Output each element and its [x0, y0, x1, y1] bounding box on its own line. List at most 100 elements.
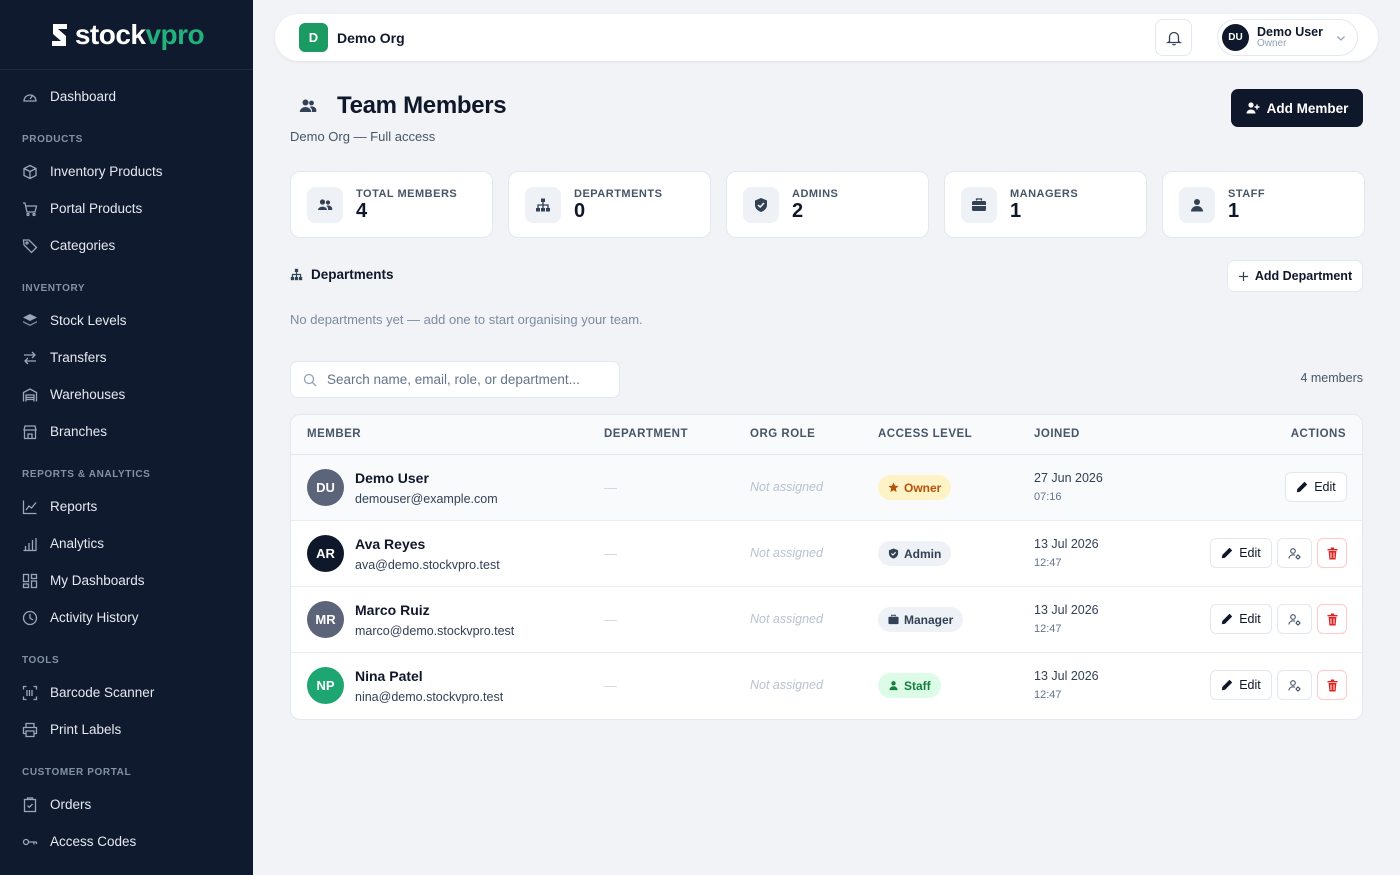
- users-icon: [299, 99, 317, 112]
- gauge-icon: [23, 93, 37, 102]
- sidebar-item-label: Barcode Scanner: [50, 685, 155, 700]
- edit-label: Edit: [1314, 480, 1336, 494]
- sidebar-item-analytics[interactable]: Analytics: [0, 525, 253, 562]
- joined-date: 13 Jul 2026: [1034, 537, 1099, 551]
- org-name[interactable]: Demo Org: [337, 30, 405, 46]
- org-badge[interactable]: D: [299, 23, 328, 52]
- change-role-button[interactable]: [1277, 604, 1312, 634]
- page-header: Team Members Demo Org — Full access: [290, 92, 507, 144]
- stat-departments: DEPARTMENTS 0: [508, 171, 711, 238]
- sidebar-item-print-labels[interactable]: Print Labels: [0, 711, 253, 748]
- bell-icon: [1165, 31, 1182, 46]
- sidebar-item-warehouses[interactable]: Warehouses: [0, 376, 253, 413]
- sidebar-item-label: Orders: [50, 797, 92, 812]
- change-role-button[interactable]: [1277, 670, 1312, 700]
- edit-button[interactable]: Edit: [1210, 604, 1272, 634]
- user-menu-button[interactable]: DU Demo User Owner: [1217, 19, 1358, 56]
- stat-icon-box: [961, 186, 997, 223]
- page-title: Team Members: [337, 92, 507, 119]
- sidebar-item-categories[interactable]: Categories: [0, 227, 253, 264]
- column-department[interactable]: DEPARTMENT: [604, 428, 688, 440]
- sidebar-item-label: Categories: [50, 238, 116, 253]
- access-badge: Staff: [878, 673, 941, 698]
- brand-name: stockvpro: [74, 18, 205, 50]
- joined-date: 13 Jul 2026: [1034, 669, 1099, 683]
- delete-button[interactable]: [1317, 604, 1347, 634]
- pencil-icon: [1297, 481, 1308, 493]
- member-name: Nina Patel: [355, 668, 423, 684]
- sidebar-item-label: Branches: [50, 424, 108, 439]
- row-actions: Edit: [1285, 472, 1347, 502]
- column-member[interactable]: MEMBER: [307, 428, 361, 440]
- plus-icon: [1238, 271, 1248, 281]
- search-box[interactable]: [290, 361, 620, 398]
- stockvpro-logo-icon: [51, 23, 67, 46]
- sidebar-item-reports[interactable]: Reports: [0, 488, 253, 525]
- search-input[interactable]: [327, 372, 597, 387]
- grid-icon: [22, 573, 38, 588]
- sidebar-item-orders[interactable]: Orders: [0, 786, 253, 823]
- members-table: MEMBER DEPARTMENT ORG ROLE ACCESS LEVEL …: [290, 414, 1363, 720]
- stat-icon-box: [1179, 186, 1215, 223]
- stat-value: 2: [792, 199, 804, 222]
- table-row: DU Demo User demouser@example.com — Not …: [291, 455, 1362, 521]
- users-icon: [317, 198, 333, 210]
- access-badge-label: Owner: [904, 480, 942, 495]
- edit-button[interactable]: Edit: [1285, 472, 1347, 502]
- member-org-role: Not assigned: [750, 480, 823, 494]
- column-access-level[interactable]: ACCESS LEVEL: [878, 428, 972, 440]
- sidebar-item-barcode-scanner[interactable]: Barcode Scanner: [0, 674, 253, 711]
- departments-heading: Departments: [290, 267, 394, 282]
- column-org-role[interactable]: ORG ROLE: [750, 428, 815, 440]
- column-actions: ACTIONS: [1290, 428, 1346, 440]
- stat-value: 4: [356, 199, 368, 222]
- access-badge-label: Manager: [904, 612, 954, 627]
- member-org-role: Not assigned: [750, 546, 823, 560]
- stat-admins: ADMINS 2: [726, 171, 929, 238]
- stat-text: MANAGERS 1: [1010, 188, 1078, 222]
- brand-logo[interactable]: stockvpro: [0, 0, 253, 70]
- member-org-role: Not assigned: [750, 612, 823, 626]
- table-row: NP Nina Patel nina@demo.stockvpro.test —…: [291, 653, 1362, 719]
- sidebar-item-portal-products[interactable]: Portal Products: [0, 190, 253, 227]
- sidebar-item-label: Inventory Products: [50, 164, 163, 179]
- avatar: DU: [307, 469, 344, 506]
- stat-value: 1: [1228, 199, 1240, 222]
- delete-button[interactable]: [1317, 670, 1347, 700]
- sidebar-item-inventory-products[interactable]: Inventory Products: [0, 153, 253, 190]
- table-row: AR Ava Reyes ava@demo.stockvpro.test — N…: [291, 521, 1362, 587]
- avatar: NP: [307, 667, 344, 704]
- sidebar-item-label: Portal Products: [50, 201, 143, 216]
- sidebar-section-customer-portal: CUSTOMER PORTAL: [22, 767, 132, 778]
- change-role-button[interactable]: [1277, 538, 1312, 568]
- sidebar-item-label: Analytics: [50, 536, 105, 551]
- delete-button[interactable]: [1317, 538, 1347, 568]
- sidebar-item-access-codes[interactable]: Access Codes: [0, 823, 253, 860]
- sidebar-item-dashboard[interactable]: Dashboard: [0, 78, 253, 115]
- cart-icon: [23, 201, 38, 216]
- add-member-button[interactable]: Add Member: [1231, 89, 1363, 127]
- stat-label: DEPARTMENTS: [574, 187, 663, 200]
- sidebar-item-transfers[interactable]: Transfers: [0, 339, 253, 376]
- sidebar-item-activity-history[interactable]: Activity History: [0, 599, 253, 636]
- access-badge-label: Admin: [904, 546, 942, 561]
- pencil-icon: [1222, 679, 1233, 691]
- sidebar-item-my-dashboards[interactable]: My Dashboards: [0, 562, 253, 599]
- stats-row: TOTAL MEMBERS 4 DEPARTMENTS 0 ADMINS 2 M…: [290, 171, 1365, 238]
- tag-icon: [22, 238, 38, 253]
- edit-label: Edit: [1239, 546, 1261, 560]
- sidebar-item-label: My Dashboards: [50, 573, 145, 588]
- briefcase-icon: [888, 614, 899, 625]
- edit-button[interactable]: Edit: [1210, 538, 1272, 568]
- column-joined[interactable]: JOINED: [1034, 428, 1080, 440]
- sidebar-item-stock-levels[interactable]: Stock Levels: [0, 302, 253, 339]
- add-member-label: Add Member: [1266, 100, 1349, 116]
- notifications-button[interactable]: [1155, 19, 1192, 56]
- warehouse-icon: [22, 387, 38, 401]
- box-icon: [23, 164, 37, 179]
- edit-button[interactable]: Edit: [1210, 670, 1272, 700]
- sidebar-item-branches[interactable]: Branches: [0, 413, 253, 450]
- member-name: Ava Reyes: [355, 536, 426, 552]
- trash-icon: [1327, 547, 1337, 559]
- add-department-button[interactable]: Add Department: [1227, 260, 1363, 292]
